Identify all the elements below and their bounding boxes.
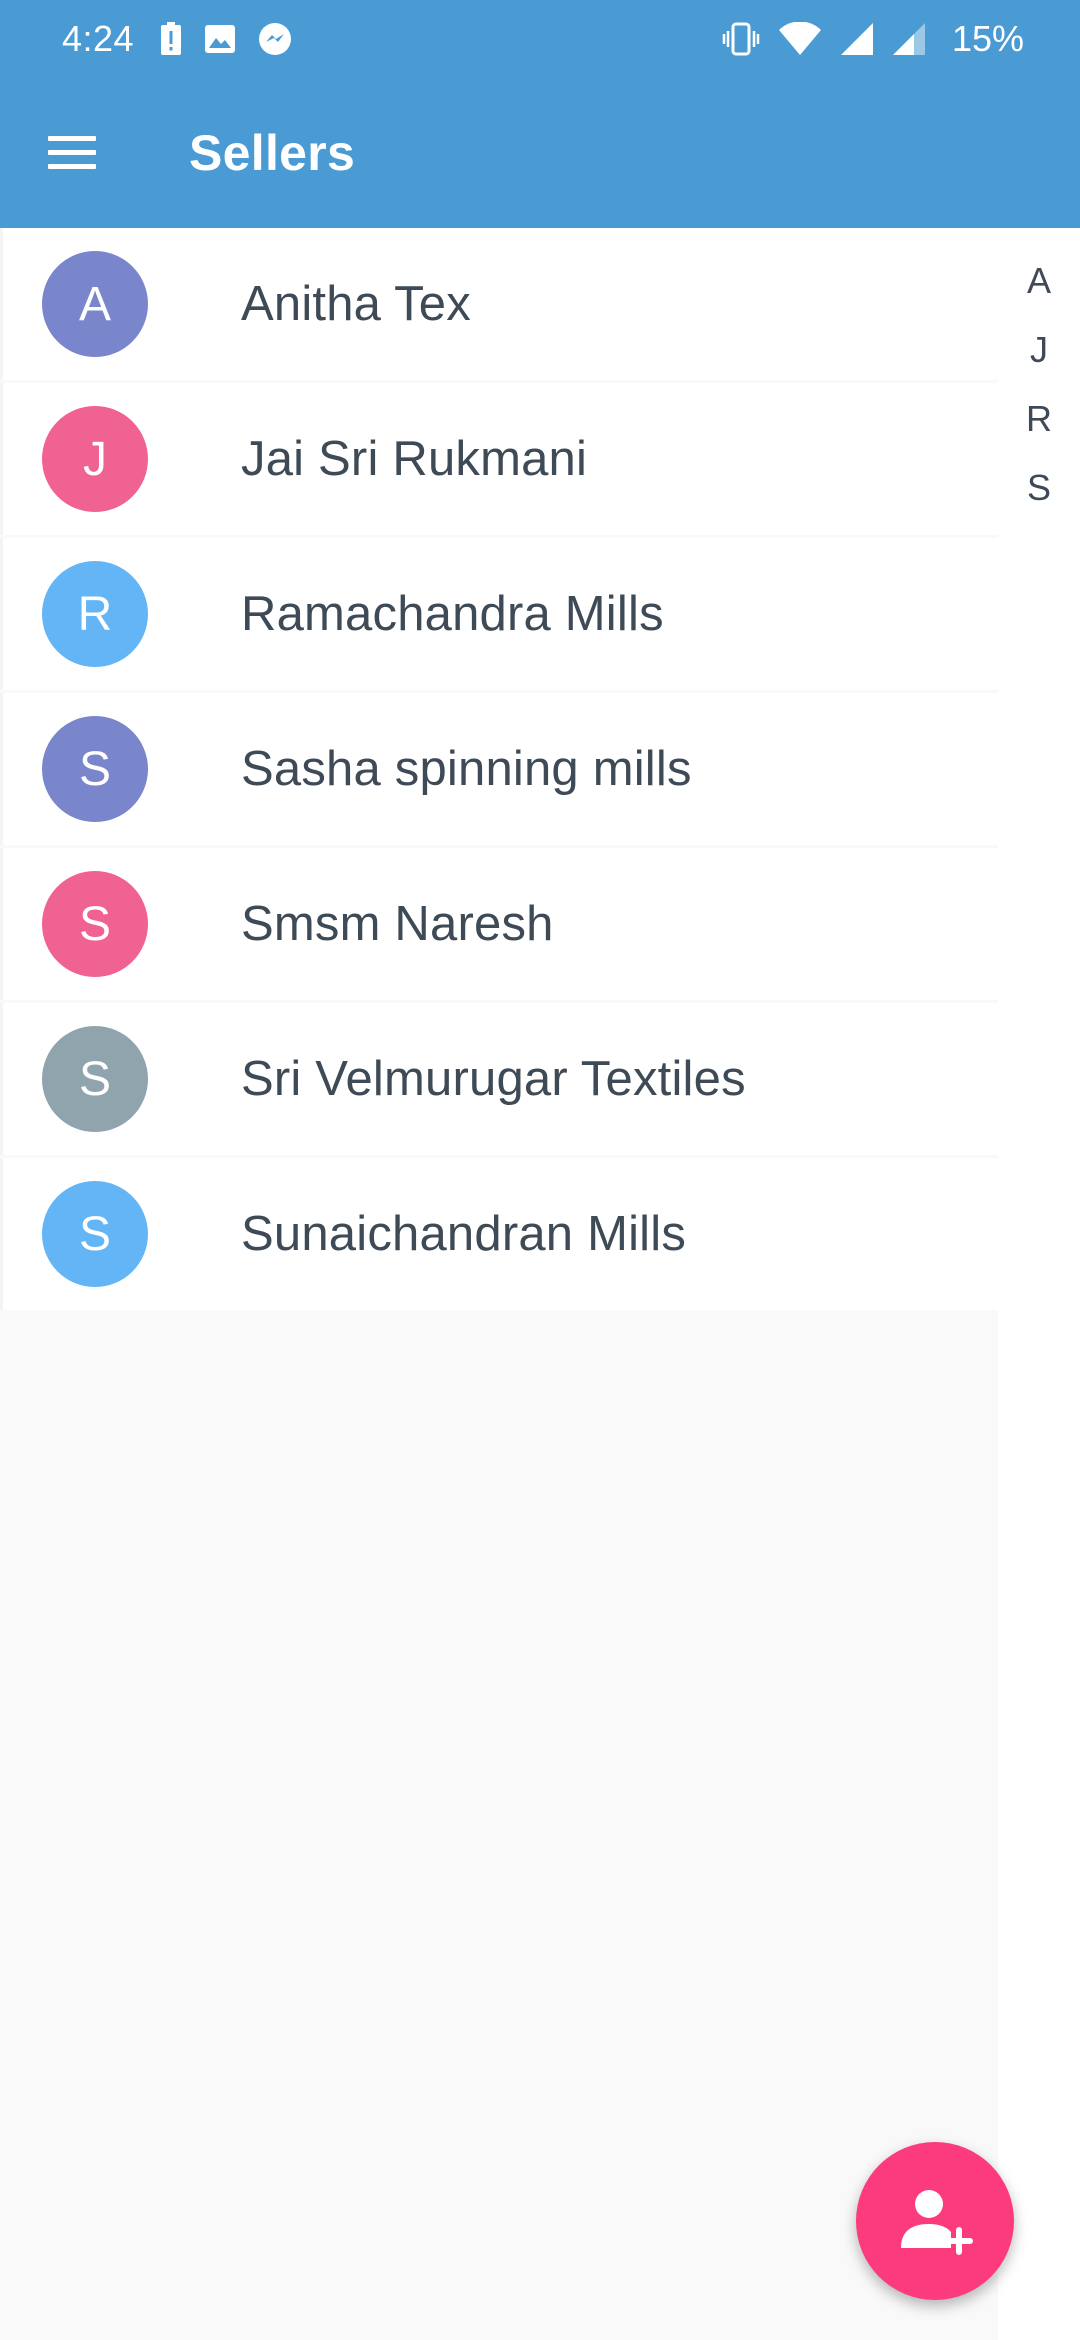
list-item[interactable]: R Ramachandra Mills xyxy=(0,538,998,690)
list-item[interactable]: S Sunaichandran Mills xyxy=(0,1158,998,1310)
menu-button[interactable] xyxy=(0,78,146,228)
sellers-list: A Anitha Tex J Jai Sri Rukmani R Ramacha… xyxy=(0,228,998,1313)
wifi-icon xyxy=(778,22,822,56)
add-user-icon xyxy=(901,2190,973,2255)
seller-name: Jai Sri Rukmani xyxy=(241,432,588,486)
add-seller-button[interactable] xyxy=(856,2142,1014,2300)
seller-name: Anitha Tex xyxy=(241,277,471,331)
avatar: S xyxy=(42,871,148,977)
menu-icon xyxy=(48,136,96,170)
index-letter-a[interactable]: A xyxy=(1027,246,1051,315)
avatar: S xyxy=(42,716,148,822)
index-letter-j[interactable]: J xyxy=(1030,315,1048,384)
battery-alert-icon xyxy=(160,22,182,56)
image-icon xyxy=(204,24,236,54)
seller-name: Sasha spinning mills xyxy=(241,742,692,796)
list-item[interactable]: S Sri Velmurugar Textiles xyxy=(0,1003,998,1155)
avatar: A xyxy=(42,251,148,357)
seller-name: Sri Velmurugar Textiles xyxy=(241,1052,746,1106)
app-bar: Sellers xyxy=(0,78,1080,228)
page-title: Sellers xyxy=(189,125,356,181)
alphabet-index: A J R S xyxy=(998,228,1080,2340)
list-item[interactable]: A Anitha Tex xyxy=(0,228,998,380)
list-item[interactable]: S Sasha spinning mills xyxy=(0,693,998,845)
index-letter-s[interactable]: S xyxy=(1027,453,1051,522)
index-letter-r[interactable]: R xyxy=(1026,384,1052,453)
status-left: 4:24 xyxy=(62,18,314,60)
status-right: 15% xyxy=(722,18,1024,60)
avatar: S xyxy=(42,1181,148,1287)
vibrate-icon xyxy=(722,22,760,56)
status-time: 4:24 xyxy=(62,18,135,59)
seller-name: Smsm Naresh xyxy=(241,897,554,951)
messenger-icon xyxy=(258,22,292,56)
battery-percent: 15% xyxy=(951,18,1024,59)
list-item[interactable]: J Jai Sri Rukmani xyxy=(0,383,998,535)
status-bar: 4:24 15% xyxy=(0,0,1080,78)
seller-name: Ramachandra Mills xyxy=(241,587,664,641)
screen: 4:24 15% Sellers A Anitha Tex J Jai Sri … xyxy=(0,0,1080,2340)
avatar: R xyxy=(42,561,148,667)
avatar: S xyxy=(42,1026,148,1132)
seller-name: Sunaichandran Mills xyxy=(241,1207,687,1261)
list-item[interactable]: S Smsm Naresh xyxy=(0,848,998,1000)
signal-icon xyxy=(892,22,926,56)
signal-icon xyxy=(840,22,874,56)
avatar: J xyxy=(42,406,148,512)
